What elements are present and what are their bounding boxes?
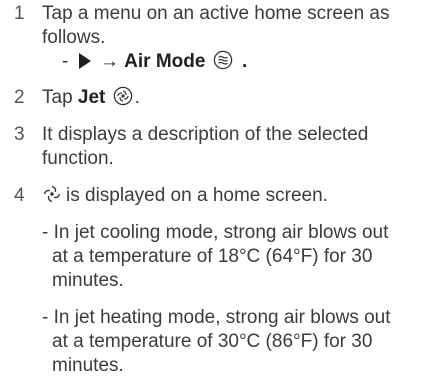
- step-number: 3: [14, 124, 25, 145]
- bullet-item: - In jet heating mode, strong air blows …: [42, 306, 391, 378]
- jet-icon: [113, 86, 133, 106]
- step-text-line: is displayed on a home screen.: [66, 185, 328, 206]
- bullet-text-line: In jet heating mode, strong air blows ou…: [53, 307, 391, 328]
- step-text-line: follows.: [42, 27, 106, 48]
- step-text: Tap a menu on an active home screen as f…: [42, 2, 397, 50]
- bullet-text-line: minutes.: [52, 355, 124, 376]
- bullet-dash: -: [42, 307, 49, 328]
- path-dash: -: [62, 51, 69, 72]
- step-number: 4: [14, 185, 25, 206]
- step-text: Tap Jet .: [42, 86, 397, 110]
- bullet-text-line: minutes.: [52, 270, 124, 291]
- bullet-item: - In jet cooling mode, strong air blows …: [42, 221, 388, 293]
- step-text-before: Tap: [42, 87, 78, 108]
- jet-menu-label: Jet: [77, 87, 106, 108]
- air-mode-menu-label: Air Mode: [124, 51, 206, 72]
- path-arrow: →: [99, 51, 119, 72]
- step-period: .: [134, 87, 140, 108]
- jet-status-icon: [42, 184, 62, 204]
- step-text: It displays a description of the selecte…: [42, 123, 397, 171]
- instruction-page: 1 Tap a menu on an active home screen as…: [0, 0, 438, 387]
- bullet-text-line: In jet cooling mode, strong air blows ou…: [53, 222, 389, 243]
- bullet-text-line: at a temperature of 30°C (86°F) for 30: [52, 331, 373, 352]
- air-mode-icon: [213, 50, 233, 70]
- step-text-line: It displays a description of the selecte…: [42, 124, 369, 145]
- step-number: 1: [14, 3, 25, 24]
- step-text: is displayed on a home screen.: [42, 184, 397, 208]
- step-text-line: Tap a menu on an active home screen as: [42, 3, 390, 24]
- bullet-text-line: at a temperature of 18°C (64°F) for 30: [52, 246, 373, 267]
- step-text-line: function.: [42, 148, 114, 169]
- path-period: .: [242, 51, 248, 72]
- menu-path: - → Air Mode .: [62, 50, 247, 74]
- play-triangle-icon: [78, 52, 92, 70]
- bullet-dash: -: [42, 222, 49, 243]
- step-number: 2: [14, 87, 25, 108]
